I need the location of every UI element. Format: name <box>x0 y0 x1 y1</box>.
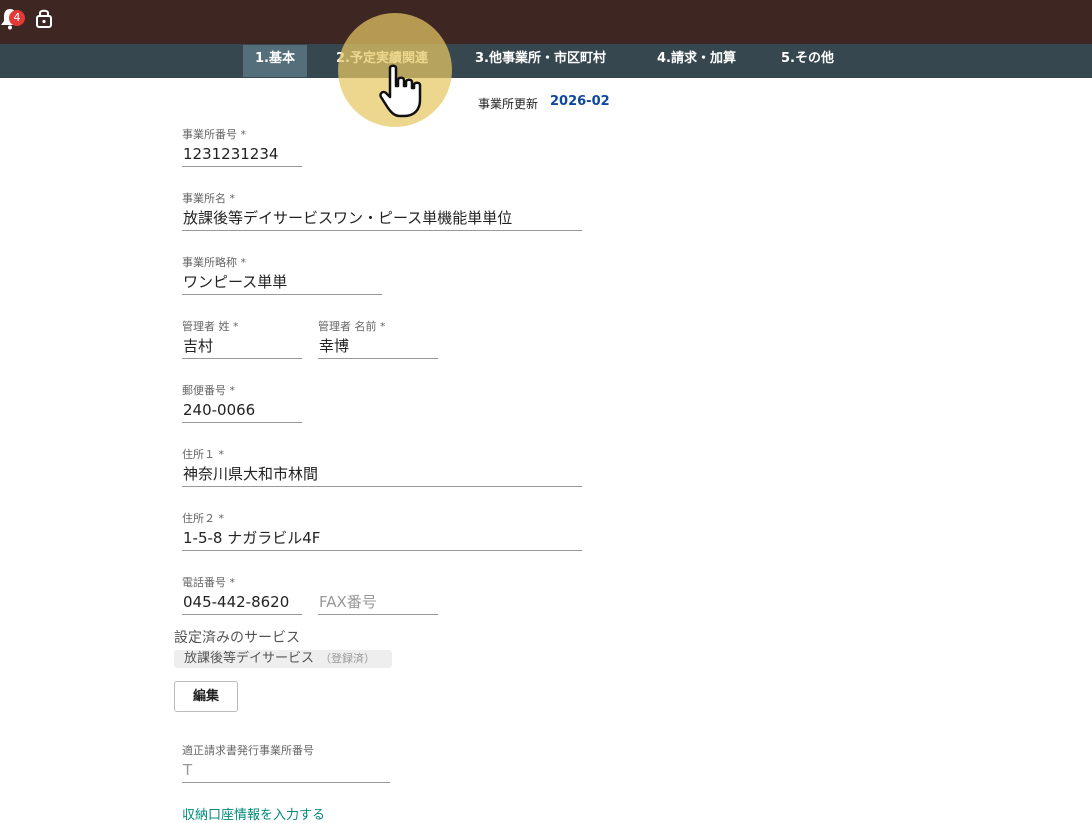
field-label: 事業所番号 * <box>182 128 246 141</box>
postal-code-field: 郵便番号 * 240-0066 <box>182 382 302 423</box>
field-label: 事業所略称 * <box>182 256 246 269</box>
office-short-name-input[interactable]: ワンピース単単 <box>182 270 382 295</box>
fax-field: FAX番号 <box>318 574 438 615</box>
tab-billing[interactable]: 4.請求・加算 <box>657 44 736 78</box>
service-chip-label: 放課後等デイサービス <box>184 651 315 666</box>
address1-field: 住所１ * 神奈川県大和市林間 <box>182 446 582 487</box>
office-update-label: 事業所更新 <box>478 97 539 111</box>
top-bar: 4 <box>0 0 1092 44</box>
field-label: 電話番号 * <box>182 576 235 589</box>
notification-badge: 4 <box>9 10 25 26</box>
manager-last-name-input[interactable]: 吉村 <box>182 334 302 359</box>
tab-other[interactable]: 5.その他 <box>781 44 834 78</box>
field-label: 郵便番号 * <box>182 384 235 397</box>
phone-input[interactable]: 045-442-8620 <box>182 590 302 615</box>
address1-input[interactable]: 神奈川県大和市林間 <box>182 462 582 487</box>
notification-button[interactable]: 4 <box>0 8 25 30</box>
postal-code-input[interactable]: 240-0066 <box>182 398 302 423</box>
service-chip: 放課後等デイサービス （登録済） <box>174 650 392 668</box>
lock-button[interactable] <box>35 8 53 28</box>
bank-account-link[interactable]: 収納口座情報を入力する <box>182 804 325 823</box>
tab-schedule[interactable]: 2.予定実績関連 <box>336 44 428 78</box>
tab-bar: 1.基本 2.予定実績関連 3.他事業所・市区町村 4.請求・加算 5.その他 <box>0 44 1092 78</box>
office-number-field: 事業所番号 * 1231231234 <box>182 126 302 167</box>
fax-input[interactable]: FAX番号 <box>318 590 438 615</box>
edit-services-button[interactable]: 編集 <box>174 681 238 712</box>
service-chip-status: （登録済） <box>320 652 376 665</box>
office-update-value[interactable]: 2026-02 <box>550 94 610 109</box>
services-title: 設定済みのサービス <box>174 630 300 646</box>
field-label: 事業所名 * <box>182 192 235 205</box>
unlock-icon <box>36 9 52 28</box>
tab-other-offices[interactable]: 3.他事業所・市区町村 <box>475 44 606 78</box>
field-label <box>318 574 438 590</box>
field-label: 適正請求書発行事業所番号 <box>182 744 314 757</box>
manager-first-name-field: 管理者 名前 * 幸博 <box>318 318 438 359</box>
field-label: 住所１ * <box>182 448 224 461</box>
tab-basic[interactable]: 1.基本 <box>243 45 307 77</box>
phone-field: 電話番号 * 045-442-8620 <box>182 574 302 615</box>
field-label: 管理者 姓 * <box>182 320 239 333</box>
invoice-number-field: 適正請求書発行事業所番号 T <box>182 742 390 783</box>
office-name-field: 事業所名 * 放課後等デイサービスワン・ピース単機能単単位 <box>182 190 582 231</box>
invoice-number-input[interactable]: T <box>182 758 390 783</box>
manager-last-name-field: 管理者 姓 * 吉村 <box>182 318 302 359</box>
field-label: 住所２ * <box>182 512 224 525</box>
office-name-input[interactable]: 放課後等デイサービスワン・ピース単機能単単位 <box>182 206 582 231</box>
office-short-name-field: 事業所略称 * ワンピース単単 <box>182 254 382 295</box>
field-label: 管理者 名前 * <box>318 320 386 333</box>
address2-input[interactable]: 1-5-8 ナガラビル4F <box>182 526 582 551</box>
address2-field: 住所２ * 1-5-8 ナガラビル4F <box>182 510 582 551</box>
manager-first-name-input[interactable]: 幸博 <box>318 334 438 359</box>
office-number-input[interactable]: 1231231234 <box>182 142 302 167</box>
